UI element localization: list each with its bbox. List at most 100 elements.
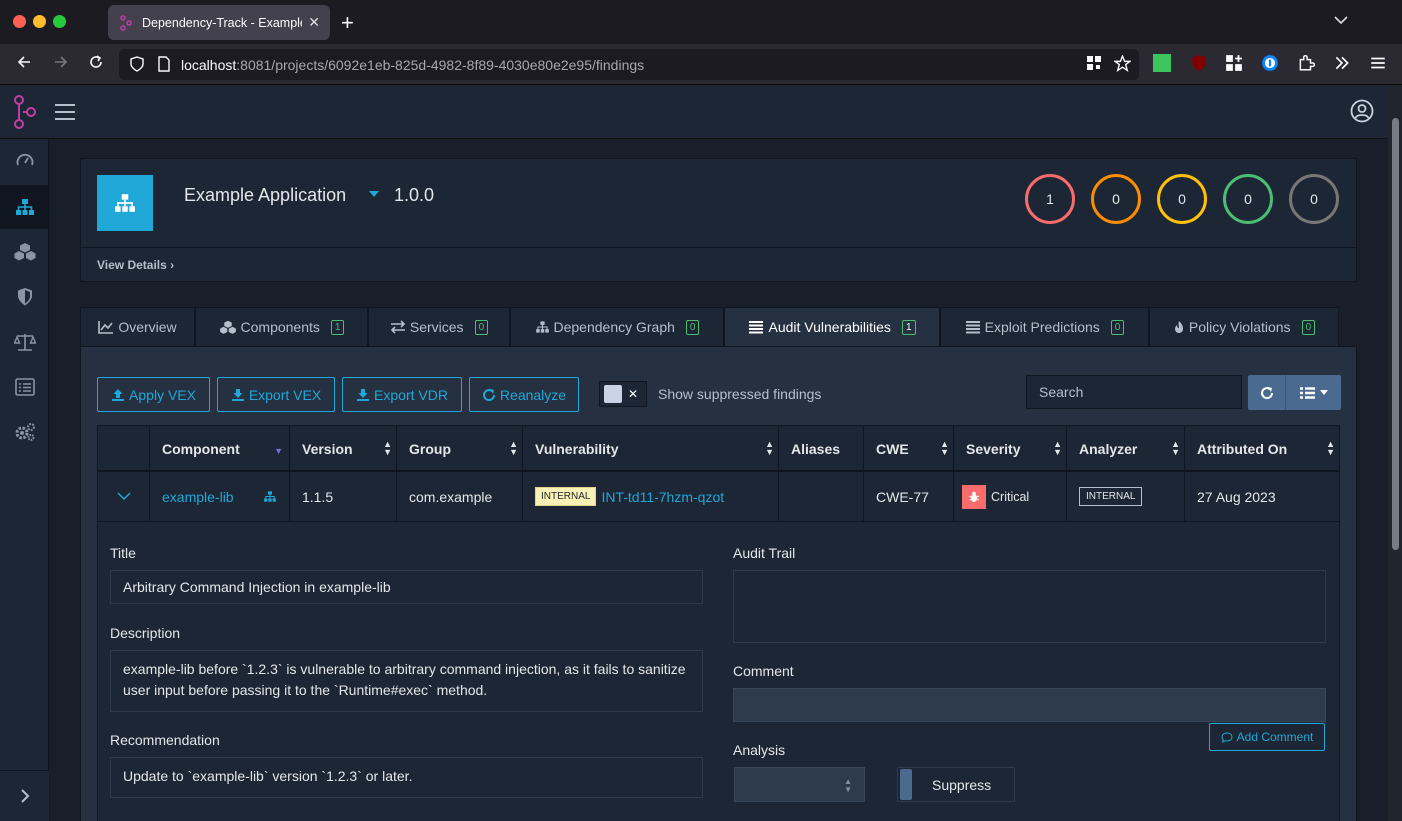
export-vex-button[interactable]: Export VEX: [217, 377, 335, 412]
sort-desc-caret-icon: ▼: [274, 446, 283, 456]
column-header-attributed-on[interactable]: Attributed On ▲ ▼: [1185, 426, 1339, 471]
sidebar-toggle-hamburger-icon[interactable]: [55, 104, 75, 125]
extensions-puzzle-icon[interactable]: [1297, 54, 1316, 72]
tab-list-chevron-icon[interactable]: [1334, 12, 1348, 28]
user-profile-icon[interactable]: [1350, 99, 1374, 123]
column-header-analyzer[interactable]: Analyzer ▲ ▼: [1067, 426, 1185, 471]
balance-scale-icon: [13, 334, 36, 351]
app-header: [0, 85, 1388, 139]
title-field[interactable]: Arbitrary Command Injection in example-l…: [110, 570, 703, 604]
vulnerability-cell: INTERNAL INT-td11-7hzm-qzot: [523, 472, 779, 521]
expand-row-chevron-down-icon[interactable]: [98, 472, 150, 521]
close-window-button[interactable]: [13, 15, 26, 28]
expand-column-header: [98, 426, 150, 471]
forward-arrow-icon[interactable]: [53, 54, 69, 75]
dependency-graph-sitemap-icon[interactable]: [263, 490, 277, 503]
column-header-vulnerability[interactable]: Vulnerability ▲ ▼: [523, 426, 779, 471]
reanalyze-button[interactable]: Reanalyze: [469, 377, 579, 412]
tab-overview[interactable]: Overview: [80, 307, 195, 346]
ublock-shield-icon[interactable]: [1190, 54, 1208, 72]
table-tools-button-group: [1248, 375, 1341, 410]
refresh-table-button[interactable]: [1248, 375, 1286, 410]
extension-grid-icon[interactable]: [1225, 54, 1243, 72]
suppress-toggle[interactable]: Suppress: [897, 767, 1015, 802]
analyzer-badge: INTERNAL: [1079, 487, 1143, 506]
bookmark-star-icon[interactable]: [1114, 55, 1131, 72]
low-count-circle: 0: [1223, 174, 1273, 224]
sidebar-item-vulnerabilities[interactable]: [0, 275, 49, 319]
tab-policy-violations[interactable]: Policy Violations 0: [1149, 307, 1339, 346]
show-suppressed-checkbox[interactable]: [604, 385, 622, 403]
tab-services[interactable]: Services 0: [368, 307, 510, 346]
minimize-window-button[interactable]: [33, 15, 46, 28]
unassigned-count-circle: 0: [1289, 174, 1339, 224]
export-vex-label: Export VEX: [248, 386, 322, 403]
dependency-track-logo-icon[interactable]: [13, 95, 37, 129]
more-tools-chevrons-icon[interactable]: [1333, 54, 1351, 72]
back-arrow-icon[interactable]: [16, 54, 32, 75]
tasks-icon: [749, 321, 764, 334]
group-cell: com.example: [397, 472, 523, 521]
tracking-shield-icon[interactable]: [129, 56, 145, 72]
sidebar-item-components[interactable]: [0, 230, 49, 274]
shield-icon: [17, 288, 32, 306]
search-input[interactable]: Search: [1026, 375, 1242, 409]
tab-components-label: Components: [240, 319, 320, 335]
url-bar[interactable]: localhost:8081/projects/6092e1eb-825d-49…: [119, 49, 1139, 80]
sidebar-item-dashboard[interactable]: [0, 139, 49, 183]
description-field[interactable]: example-lib before `1.2.3` is vulnerable…: [110, 650, 703, 712]
sidebar-item-administration[interactable]: [0, 410, 49, 454]
tab-dependency-graph[interactable]: Dependency Graph 0: [510, 307, 724, 346]
severity-label: Critical: [991, 489, 1030, 504]
table-row[interactable]: example-lib 1.1.5 com.example INTERNAL I…: [97, 472, 1340, 522]
vuln-source-badge: INTERNAL: [535, 487, 597, 506]
column-header-component[interactable]: Component ▼: [150, 426, 290, 471]
columns-dropdown-button[interactable]: [1286, 375, 1341, 410]
tab-components[interactable]: Components 1: [195, 307, 368, 346]
close-tab-icon[interactable]: ✕: [308, 14, 320, 31]
apply-vex-label: Apply VEX: [129, 386, 196, 403]
tab-exploit-predictions[interactable]: Exploit Predictions 0: [940, 307, 1149, 346]
app-menu-icon[interactable]: [1369, 54, 1387, 72]
column-header-group-label: Group: [409, 440, 451, 457]
view-details-link[interactable]: View Details ›: [97, 258, 174, 272]
new-tab-button[interactable]: +: [341, 10, 354, 36]
project-version-dropdown-caret-icon[interactable]: [369, 191, 379, 197]
download-icon: [231, 388, 244, 401]
column-header-attributed-on-label: Attributed On: [1197, 440, 1288, 457]
column-header-cwe-label: CWE: [876, 440, 909, 457]
browser-tab[interactable]: Dependency-Track - Example Ap ✕: [108, 5, 330, 40]
sidebar-item-projects[interactable]: [0, 185, 49, 229]
sidebar-minimizer-chevron-right-icon[interactable]: [0, 770, 49, 821]
tab-audit-vulnerabilities-label: Audit Vulnerabilities: [768, 319, 891, 335]
reload-icon[interactable]: [88, 54, 104, 75]
recommendation-field[interactable]: Update to `example-lib` version `1.2.3` …: [110, 757, 703, 798]
page-info-icon[interactable]: [157, 56, 171, 72]
export-vdr-button[interactable]: Export VDR: [342, 377, 462, 412]
sidebar-item-licenses[interactable]: [0, 320, 49, 364]
column-header-severity[interactable]: Severity ▲ ▼: [954, 426, 1067, 471]
severity-cell: Critical: [954, 472, 1067, 521]
column-header-vulnerability-label: Vulnerability: [535, 440, 619, 457]
column-header-cwe[interactable]: CWE ▲ ▼: [864, 426, 954, 471]
qr-code-icon[interactable]: [1086, 55, 1102, 71]
tab-audit-vulnerabilities[interactable]: Audit Vulnerabilities 1: [724, 307, 940, 346]
url-path: :8081/projects/6092e1eb-825d-4982-8f89-4…: [236, 56, 645, 73]
page-scrollbar-thumb[interactable]: [1392, 118, 1399, 550]
sidebar-item-policy-management[interactable]: [0, 365, 49, 409]
audit-trail-field[interactable]: [733, 570, 1326, 643]
password-manager-icon[interactable]: [1261, 54, 1279, 72]
comment-field[interactable]: [733, 688, 1326, 722]
zoom-window-button[interactable]: [53, 15, 66, 28]
column-header-version[interactable]: Version ▲ ▼: [290, 426, 397, 471]
component-link[interactable]: example-lib: [162, 489, 234, 505]
comment-icon: [1221, 731, 1233, 743]
divider: [81, 247, 1356, 248]
apply-vex-button[interactable]: Apply VEX: [97, 377, 210, 412]
column-header-group[interactable]: Group ▲ ▼: [397, 426, 523, 471]
extension-green-icon[interactable]: [1153, 54, 1171, 72]
analysis-state-select[interactable]: ▲ ▼: [734, 767, 865, 802]
add-comment-button[interactable]: Add Comment: [1209, 723, 1325, 751]
show-suppressed-toggle[interactable]: ✕: [599, 381, 647, 407]
vulnerability-link[interactable]: INT-td11-7hzm-qzot: [601, 489, 724, 505]
